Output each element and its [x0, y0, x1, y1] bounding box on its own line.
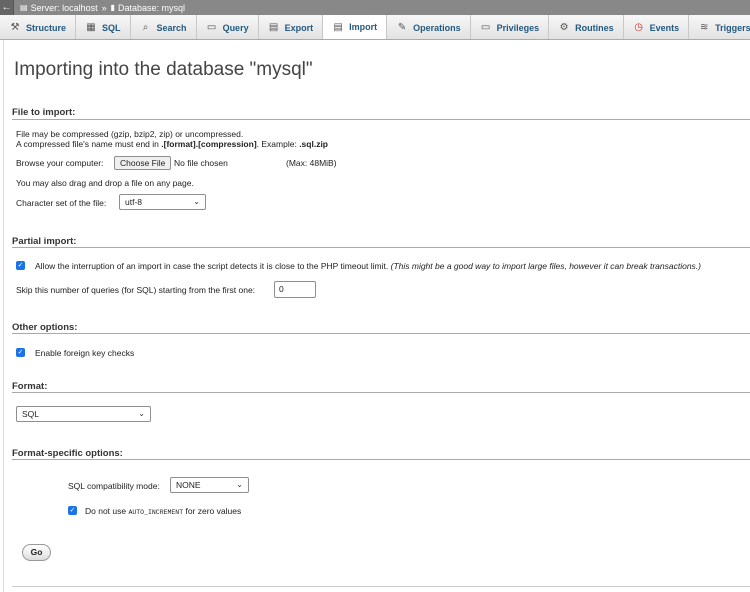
format-value: SQL	[22, 409, 40, 419]
triggers-icon: ≋	[699, 22, 709, 33]
search-icon: ⌕	[142, 22, 149, 33]
tab-operations[interactable]: ✎ Operations	[387, 15, 471, 39]
text-part: for zero values	[183, 506, 242, 516]
format-heading: Format:	[12, 381, 48, 392]
tab-privileges[interactable]: ▭ Privileges	[471, 15, 550, 39]
tab-search[interactable]: ⌕ Search	[131, 15, 197, 39]
tab-bar: ⚒ Structure ▦ SQL ⌕ Search ▭ Query ▤ Export ▤…	[0, 15, 750, 40]
foreign-key-checkbox[interactable]: ✓	[16, 348, 25, 357]
import-icon: ▤	[333, 21, 343, 33]
clock-icon: ◷	[634, 22, 644, 33]
charset-label: Character set of the file:	[16, 198, 107, 208]
tab-label: SQL	[102, 22, 121, 33]
compat-mode-value: NONE	[176, 480, 201, 490]
drag-drop-hint: You may also drag and drop a file on any…	[16, 178, 194, 188]
section-divider	[12, 459, 750, 460]
partial-import-heading: Partial import:	[12, 236, 77, 247]
choose-file-button[interactable]: Choose File	[114, 156, 172, 170]
tab-label: Operations	[413, 22, 461, 33]
tab-events[interactable]: ◷ Events	[624, 15, 690, 39]
tab-label: Events	[649, 22, 680, 33]
breadcrumb-database-label: Database: mysql	[118, 2, 186, 13]
label-text: Allow the interruption of an import in c…	[35, 261, 389, 271]
go-button[interactable]: Go	[22, 544, 51, 561]
compression-info: File may be compressed (gzip, bzip2, zip…	[16, 129, 244, 139]
routines-icon: ⚙	[559, 22, 569, 33]
breadcrumb-separator: »	[101, 2, 107, 13]
charset-select[interactable]: utf-8 ⌄	[119, 194, 206, 210]
breadcrumb-server-label: Server: localhost	[30, 2, 98, 13]
chevron-down-icon: ⌄	[193, 197, 200, 206]
tab-label: Search	[156, 22, 187, 33]
breadcrumb-database[interactable]: ▮ Database: mysql	[111, 3, 185, 13]
tab-routines[interactable]: ⚙ Routines	[549, 15, 624, 39]
section-divider	[12, 333, 750, 334]
section-divider	[12, 392, 750, 393]
compression-format-info: A compressed file's name must end in .[f…	[16, 139, 328, 149]
file-to-import-heading: File to import:	[12, 107, 76, 118]
format-pattern: .[format].[compression]	[161, 139, 257, 149]
text-part: Do not use	[85, 506, 129, 516]
tab-label: Import	[349, 22, 378, 32]
max-size: (Max: 48MiB)	[286, 158, 337, 168]
server-icon: ▤	[20, 3, 28, 12]
section-divider	[12, 247, 750, 248]
skip-queries-input[interactable]: 0	[274, 281, 316, 298]
no-auto-increment-checkbox[interactable]: ✓	[68, 506, 77, 515]
label-note: (This might be a good way to import larg…	[390, 261, 702, 271]
tab-label: Query	[222, 22, 249, 33]
example-extension: .sql.zip	[299, 139, 328, 149]
foreign-key-label: Enable foreign key checks	[35, 348, 135, 358]
tab-triggers[interactable]: ≋ Triggers	[689, 15, 750, 39]
no-auto-increment-label: Do not use AUTO_INCREMENT for zero value…	[85, 506, 241, 516]
breadcrumb-bar: ← ▤ Server: localhost » ▮ Database: mysq…	[0, 0, 750, 15]
format-select[interactable]: SQL ⌄	[16, 406, 151, 422]
sql-icon: ▦	[86, 22, 96, 33]
other-options-heading: Other options:	[12, 322, 78, 333]
tab-label: Routines	[575, 22, 614, 33]
skip-queries-label: Skip this number of queries (for SQL) st…	[16, 285, 256, 295]
database-icon: ▮	[110, 3, 116, 12]
section-divider	[12, 119, 750, 120]
text-part: A compressed file's name must end in	[16, 139, 162, 149]
bottom-divider	[12, 586, 750, 587]
tab-label: Triggers	[715, 22, 750, 33]
breadcrumb-server[interactable]: ▤ Server: localhost	[20, 3, 98, 13]
allow-interruption-checkbox[interactable]: ✓	[16, 261, 25, 270]
compat-mode-select[interactable]: NONE ⌄	[170, 477, 249, 493]
export-icon: ▤	[268, 22, 279, 33]
page-title: Importing into the database "mysql"	[14, 59, 313, 80]
tab-label: Privileges	[496, 22, 540, 33]
tab-sql[interactable]: ▦ SQL	[76, 15, 131, 39]
tab-import[interactable]: ▤ Import	[323, 15, 388, 39]
privileges-icon: ▭	[480, 22, 491, 33]
text-part: . Example:	[256, 139, 300, 149]
tab-label: Export	[284, 22, 314, 33]
tab-export[interactable]: ▤ Export	[259, 15, 324, 39]
structure-icon: ⚒	[10, 22, 20, 33]
query-icon: ▭	[206, 22, 217, 33]
tab-label: Structure	[26, 22, 67, 33]
compat-mode-label: SQL compatibility mode:	[68, 481, 160, 491]
wrench-icon: ✎	[397, 22, 407, 33]
back-arrow-icon[interactable]: ←	[0, 0, 14, 15]
left-border	[3, 40, 4, 592]
tab-structure[interactable]: ⚒ Structure	[0, 15, 77, 39]
auto-increment-code: AUTO_INCREMENT	[128, 509, 184, 516]
tab-query[interactable]: ▭ Query	[197, 15, 259, 39]
chevron-down-icon: ⌄	[236, 480, 243, 489]
format-specific-heading: Format-specific options:	[12, 448, 123, 459]
no-file-chosen: No file chosen	[174, 158, 228, 168]
browse-label: Browse your computer:	[16, 158, 104, 168]
chevron-down-icon: ⌄	[138, 409, 145, 418]
allow-interruption-label: Allow the interruption of an import in c…	[35, 261, 701, 271]
charset-value: utf-8	[125, 197, 143, 207]
